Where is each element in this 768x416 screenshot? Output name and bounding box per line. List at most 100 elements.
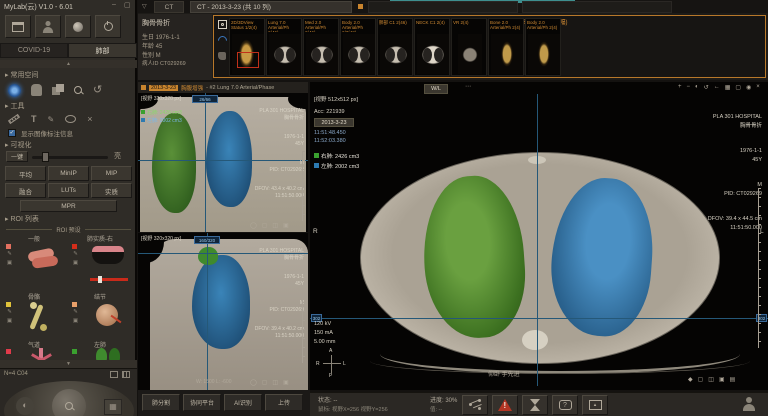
- parenchyma-threshold-track[interactable]: [90, 278, 128, 281]
- roi-nodule-swatch[interactable]: [72, 302, 77, 307]
- coronal-crosshair-vertical[interactable]: [205, 93, 206, 232]
- visibility-icon[interactable]: ▣: [73, 260, 78, 267]
- visibility-icon[interactable]: ▣: [7, 318, 12, 325]
- tab-study-empty-1[interactable]: [368, 1, 518, 13]
- vis-mip-button[interactable]: MIP: [91, 166, 132, 181]
- tab-lung[interactable]: 肺部: [68, 43, 137, 58]
- vis-fusion-button[interactable]: 融合: [5, 183, 46, 198]
- reset-rotate-icon[interactable]: ↺: [93, 84, 102, 96]
- thumbnail-6[interactable]: NECK C1 2(4): [414, 18, 450, 76]
- wifi-transfer-icon[interactable]: [216, 34, 229, 47]
- pen-icon[interactable]: ✎: [73, 309, 78, 316]
- thumbnail-5[interactable]: 肺部 C1 2(46): [377, 18, 413, 76]
- axial-date-chip[interactable]: 2013-3-23: [314, 118, 354, 127]
- mpr-button[interactable]: MPR: [20, 200, 117, 212]
- coronal-view-icons[interactable]: ◯▢◫▣: [250, 222, 289, 229]
- section-visualization[interactable]: ▸ 可视化: [5, 140, 31, 150]
- pen-icon[interactable]: ✎: [48, 115, 55, 124]
- axial-crosshair-vertical[interactable]: [537, 94, 538, 386]
- roi-card-left-lung[interactable]: 左肺: [68, 340, 132, 360]
- save-button[interactable]: [5, 15, 31, 38]
- pointer-target-icon[interactable]: [8, 84, 21, 97]
- pen-icon[interactable]: ✎: [7, 251, 12, 258]
- layers-icon[interactable]: [52, 84, 64, 96]
- user-button[interactable]: [35, 15, 61, 38]
- wheel-zoom-button[interactable]: [52, 389, 86, 416]
- warning-button[interactable]: [492, 395, 518, 415]
- thumbnail-8[interactable]: Bone 2.0 Arterial/Ph 2(4): [488, 18, 524, 76]
- wheel-contrast-button[interactable]: ◐: [16, 397, 34, 415]
- roi-left-lung-swatch[interactable]: [72, 349, 77, 354]
- tag-icon[interactable]: [218, 52, 226, 60]
- tab-study-empty-2[interactable]: [522, 1, 672, 13]
- upload-button[interactable]: 上传: [265, 394, 303, 411]
- collaboration-button[interactable]: 协同平台: [183, 394, 221, 411]
- axial-toolbar-icons[interactable]: +−◐ ↺←▦ ▢◉×: [678, 84, 760, 91]
- lung-segmentation-button[interactable]: 肺分割: [142, 394, 180, 411]
- zoom-icon[interactable]: [74, 86, 83, 95]
- trackball-button[interactable]: [65, 15, 91, 38]
- coronal-image[interactable]: 26/66 [视野 320x320 px] 右肺: 2426 cm3 左肺: 2…: [138, 93, 308, 232]
- text-annotation-icon[interactable]: T: [31, 114, 37, 124]
- maximize-button[interactable]: ▢: [124, 1, 131, 9]
- more-options-icon[interactable]: ⋯: [465, 83, 471, 90]
- axial-viewport[interactable]: 302 302 W/L ⋯ +−◐ ↺←▦ ▢◉× [视野 512x512 px…: [310, 82, 768, 390]
- visibility-icon[interactable]: ▣: [73, 318, 78, 325]
- coronal-viewport[interactable]: 2013-3-23 胸腹增强 - #2 Lung 7.0 Arterial/Ph…: [138, 82, 308, 232]
- thumbnail-9[interactable]: Body 2.0 Arterial/Ph 2(4): [525, 18, 561, 76]
- help-chat-button[interactable]: ?: [552, 395, 578, 415]
- roi-general-swatch[interactable]: [6, 244, 11, 249]
- section-tools[interactable]: ▸ 工具: [5, 101, 24, 111]
- delete-annotation-icon[interactable]: ×: [87, 114, 92, 124]
- ai-detect-button[interactable]: AI识别: [224, 394, 262, 411]
- pen-icon[interactable]: ✎: [7, 309, 12, 316]
- grid-view-icon[interactable]: [122, 371, 130, 378]
- sagittal-view-icons[interactable]: ◯▢◫▣: [250, 379, 289, 386]
- slider-min-button[interactable]: 一键: [6, 151, 28, 162]
- section-workspace[interactable]: ▸ 常用空间: [5, 70, 38, 80]
- share-button[interactable]: [462, 395, 488, 415]
- pending-button[interactable]: [522, 395, 548, 415]
- sidebar-collapse-up[interactable]: ▲: [0, 60, 137, 68]
- roi-card-general[interactable]: 一般 ✎ ▣: [2, 234, 66, 292]
- tab-study-active[interactable]: CT - 2013-3-23 (共 10 列): [190, 1, 352, 13]
- roi-airway-swatch[interactable]: [6, 349, 11, 354]
- thumbnail-3[interactable]: Med 2.0 Arterial/Ph 2(46): [303, 18, 339, 76]
- vis-parenchyma-button[interactable]: 实质: [91, 183, 132, 198]
- screenshot-button[interactable]: ▴: [582, 395, 608, 415]
- roi-card-airway[interactable]: 气道: [2, 340, 66, 360]
- sagittal-crosshair-vertical[interactable]: [207, 233, 208, 390]
- thumbnail-4[interactable]: Body 2.0 Arterial/Ph 2/3(42): [340, 18, 376, 76]
- sagittal-viewport[interactable]: 160/320 [视野 320x320 px] PLA 301 HOSPITAL…: [138, 233, 308, 390]
- roi-bone-swatch[interactable]: [6, 302, 11, 307]
- vis-luts-button[interactable]: LUTs: [48, 183, 89, 198]
- annotation-checkbox[interactable]: ✓: [8, 129, 16, 137]
- pan-hand-icon[interactable]: [31, 84, 42, 96]
- visibility-icon[interactable]: ▣: [7, 260, 12, 267]
- filter-icon[interactable]: ▽: [142, 3, 147, 10]
- axial-bottom-icons[interactable]: ◆▢◫▣▤: [688, 376, 735, 383]
- thumbnail-1[interactable]: 2D/3DView Status 1/2(4): [229, 18, 265, 76]
- tab-covid19[interactable]: COVID-19: [0, 43, 68, 58]
- window-level-chip[interactable]: W/L: [424, 84, 448, 94]
- ellipse-roi-icon[interactable]: [65, 115, 76, 123]
- wheel-monitor-button[interactable]: ▦: [104, 399, 122, 415]
- roi-card-lung-parenchyma-right[interactable]: 肺实质-右 ✎ ▣: [68, 234, 132, 292]
- series-search-icon[interactable]: [218, 20, 227, 29]
- thumbnail-7[interactable]: VR 2(4): [451, 18, 487, 76]
- tab-ct[interactable]: CT: [154, 1, 184, 13]
- roi-parenchyma-swatch[interactable]: [72, 244, 77, 249]
- section-roi-list[interactable]: ▸ ROI 列表: [5, 214, 39, 224]
- vis-mean-button[interactable]: 平均: [5, 166, 46, 181]
- measure-ruler-icon[interactable]: [8, 114, 20, 124]
- pen-icon[interactable]: ✎: [73, 251, 78, 258]
- opacity-slider-handle[interactable]: [42, 152, 49, 162]
- minimize-button[interactable]: –: [112, 1, 116, 8]
- navigator-wheel[interactable]: ◐ ▦ ❐: [4, 381, 134, 416]
- list-view-icon[interactable]: [110, 371, 118, 378]
- parenchyma-threshold-handle[interactable]: [98, 276, 102, 283]
- power-button[interactable]: [95, 15, 121, 38]
- vis-minip-button[interactable]: MinIP: [48, 166, 89, 181]
- thumbnail-2[interactable]: Lung 7.0 Arterial/Ph 2(46): [266, 18, 302, 76]
- sidebar-collapse-down[interactable]: ▼: [0, 360, 137, 368]
